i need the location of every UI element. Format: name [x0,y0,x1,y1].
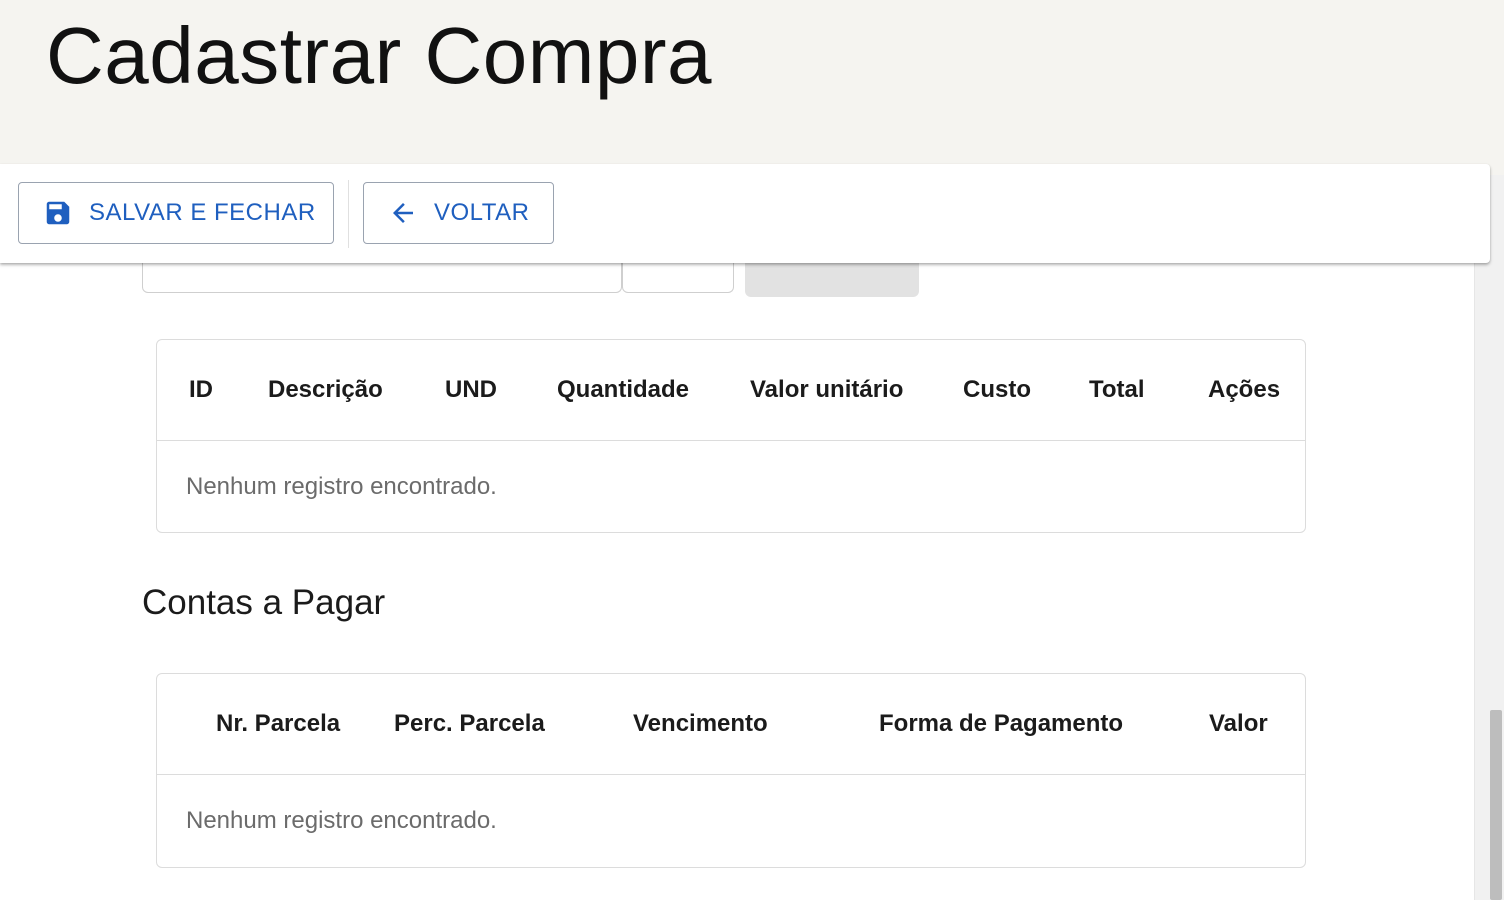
partially-hidden-button[interactable] [745,262,919,297]
partially-hidden-input[interactable] [622,262,734,293]
column-header-description[interactable]: Descrição [268,340,383,440]
action-toolbar: SALVAR E FECHAR VOLTAR [0,164,1490,263]
save-icon [43,198,73,228]
column-header-installment-number[interactable]: Nr. Parcela [216,674,340,774]
save-and-close-button[interactable]: SALVAR E FECHAR [18,182,334,244]
column-header-unit-price[interactable]: Valor unitário [750,340,903,440]
vertical-scrollbar[interactable] [1474,175,1504,900]
save-and-close-label: SALVAR E FECHAR [89,199,316,226]
partially-hidden-input[interactable] [142,262,622,293]
back-button[interactable]: VOLTAR [363,182,554,244]
arrow-left-icon [388,198,418,228]
column-header-value[interactable]: Valor [1209,674,1268,774]
empty-message: Nenhum registro encontrado. [186,472,497,500]
column-header-quantity[interactable]: Quantidade [557,340,689,440]
column-header-installment-percent[interactable]: Perc. Parcela [394,674,545,774]
column-header-cost[interactable]: Custo [963,340,1031,440]
bills-table: Nr. Parcela Perc. Parcela Vencimento For… [156,673,1306,868]
items-table-header: ID Descrição UND Quantidade Valor unitár… [157,340,1305,441]
toolbar-divider [348,180,349,248]
column-header-actions: Ações [1208,376,1281,403]
back-label: VOLTAR [434,199,530,226]
column-header-unit[interactable]: UND [445,340,497,440]
scrollbar-thumb[interactable] [1490,710,1502,900]
column-header-payment-method[interactable]: Forma de Pagamento [879,674,1123,774]
page-title: Cadastrar Compra [46,11,713,100]
column-header-id[interactable]: ID [189,340,213,440]
bills-table-header: Nr. Parcela Perc. Parcela Vencimento For… [157,674,1305,775]
column-header-total[interactable]: Total [1089,340,1145,440]
items-table: ID Descrição UND Quantidade Valor unitár… [156,339,1306,533]
page-header: Cadastrar Compra [0,0,1504,175]
section-title-accounts-payable: Contas a Pagar [142,583,386,622]
column-header-due-date[interactable]: Vencimento [633,674,768,774]
empty-message: Nenhum registro encontrado. [186,806,497,834]
